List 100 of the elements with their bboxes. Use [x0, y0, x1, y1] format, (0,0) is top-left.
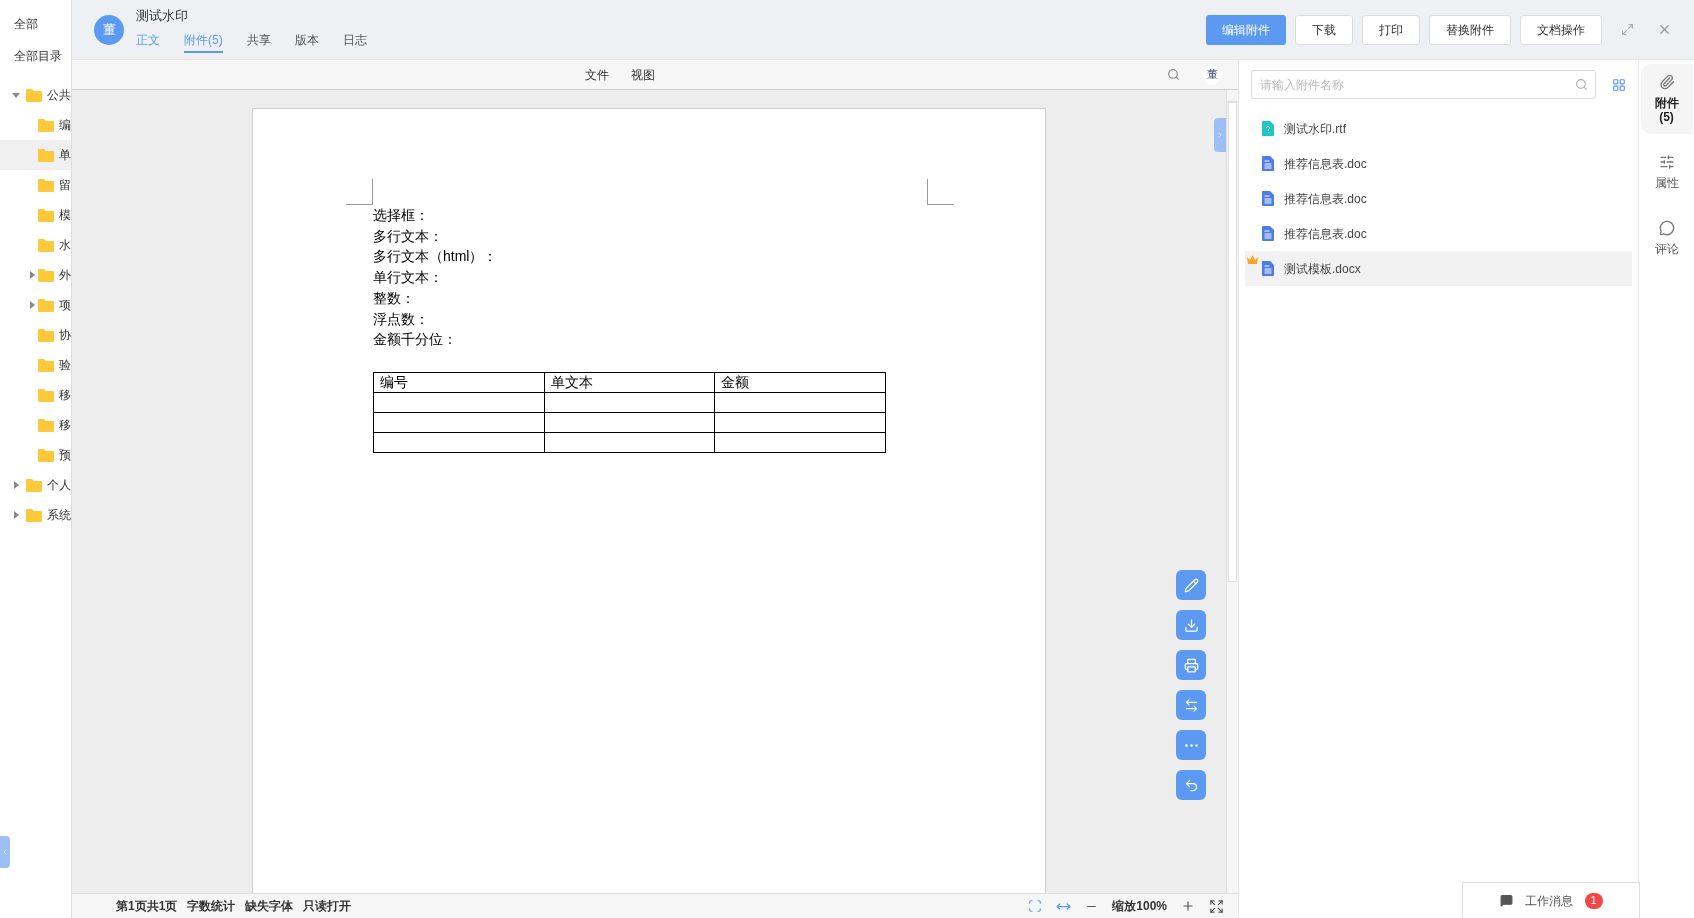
- folder-icon: [26, 88, 42, 102]
- download-button[interactable]: [1176, 610, 1206, 640]
- toolbar-button[interactable]: 文档操作: [1520, 14, 1602, 45]
- toolbar-button[interactable]: 打印: [1362, 14, 1420, 45]
- user-avatar: 董: [1202, 64, 1222, 85]
- fullscreen-icon[interactable]: [1209, 898, 1224, 914]
- tab[interactable]: 日志: [342, 30, 367, 53]
- sidebar-item[interactable]: 全部目录: [0, 40, 71, 72]
- swap-button[interactable]: [1176, 690, 1206, 720]
- attachment-item[interactable]: 推荐信息表.doc: [1245, 216, 1632, 251]
- tree-item[interactable]: 编: [0, 110, 71, 140]
- caret-icon[interactable]: [12, 481, 20, 489]
- folder-icon: [38, 118, 54, 132]
- toolbar-button[interactable]: 下载: [1295, 14, 1353, 45]
- search-icon[interactable]: [1167, 68, 1180, 81]
- caret-icon[interactable]: [28, 301, 36, 309]
- status-item[interactable]: 只读打开: [303, 897, 352, 915]
- table-header-cell: 编号: [373, 372, 545, 393]
- panel-toggle[interactable]: [1214, 118, 1226, 152]
- tree-item[interactable]: 留: [0, 170, 71, 200]
- expand-icon[interactable]: [1621, 23, 1634, 36]
- folder-icon: [38, 358, 54, 372]
- side-tab[interactable]: 附件 (5): [1640, 64, 1693, 134]
- printer-button[interactable]: [1176, 650, 1206, 680]
- tree-item[interactable]: 系统: [0, 500, 71, 530]
- toolbar-button[interactable]: 替换附件: [1429, 14, 1511, 45]
- status-item[interactable]: 缺失字体: [245, 897, 294, 915]
- folder-icon: [38, 448, 54, 462]
- tree-item[interactable]: 公共: [0, 80, 71, 110]
- table-header-cell: 单文本: [544, 372, 715, 393]
- tree-item[interactable]: 外: [0, 260, 71, 290]
- file-name: 测试模板.docx: [1284, 260, 1361, 278]
- attachment-item[interactable]: 测试模板.docx: [1245, 251, 1632, 286]
- folder-icon: [38, 268, 54, 282]
- tree-item[interactable]: 单: [0, 140, 71, 170]
- fit-page-icon[interactable]: [1028, 899, 1043, 913]
- chat-bubble-icon: [1658, 220, 1675, 236]
- folder-icon: [26, 508, 42, 522]
- tree-item[interactable]: 项: [0, 290, 71, 320]
- folder-icon: [26, 478, 42, 492]
- attachment-item[interactable]: 推荐信息表.doc: [1245, 146, 1632, 181]
- tree-item[interactable]: 模: [0, 200, 71, 230]
- status-item[interactable]: 字数统计: [187, 897, 236, 915]
- more-button[interactable]: [1176, 730, 1206, 760]
- folder-icon: [38, 208, 54, 222]
- document-line: 整数：: [373, 288, 416, 308]
- tree-item[interactable]: 移: [0, 380, 71, 410]
- unknown-file-icon: [1262, 121, 1274, 136]
- tree-item[interactable]: 移: [0, 410, 71, 440]
- close-icon[interactable]: [1657, 22, 1672, 37]
- zoom-level: 缩放100%: [1112, 898, 1167, 915]
- tab[interactable]: 共享: [246, 30, 271, 53]
- paperclip-icon: [1658, 74, 1675, 90]
- document-line: 多行文本：: [373, 226, 444, 246]
- status-item[interactable]: 第1页共1页: [116, 897, 178, 915]
- menu-item[interactable]: 视图: [630, 65, 655, 84]
- side-tab[interactable]: 属性: [1640, 144, 1693, 200]
- undo-icon: [1183, 777, 1199, 793]
- tree-item[interactable]: 水: [0, 230, 71, 260]
- file-name: 推荐信息表.doc: [1284, 225, 1367, 243]
- folder-icon: [38, 388, 54, 402]
- tab[interactable]: 版本: [294, 30, 319, 53]
- search-field[interactable]: 请输入附件名称: [1251, 70, 1596, 99]
- crop-mark: [927, 179, 954, 205]
- tree-item[interactable]: 协: [0, 320, 71, 350]
- tree-item[interactable]: 个人: [0, 470, 71, 500]
- caret-icon[interactable]: [28, 271, 36, 279]
- chevron-icon: [1, 848, 9, 856]
- collapse-handle[interactable]: [0, 836, 10, 868]
- edit-icon: [1183, 577, 1199, 593]
- attachment-item[interactable]: 测试水印.rtf: [1245, 111, 1632, 146]
- caret-icon[interactable]: [12, 91, 20, 99]
- folder-icon: [38, 298, 54, 312]
- undo-button[interactable]: [1176, 770, 1206, 800]
- chevron-icon: [1216, 131, 1224, 139]
- sidebar-item[interactable]: 全部: [0, 8, 71, 40]
- menu-item[interactable]: 文件: [584, 65, 609, 84]
- zoom-in-icon[interactable]: [1181, 899, 1195, 913]
- user-avatar: 董: [94, 14, 124, 45]
- messages-bar[interactable]: 工作消息 1: [1462, 882, 1640, 918]
- side-tab[interactable]: 评论: [1640, 210, 1693, 266]
- unread-count: 1: [1584, 892, 1603, 909]
- scrollbar[interactable]: [1226, 90, 1238, 893]
- sliders-icon: [1658, 154, 1675, 170]
- word-file-icon: [1262, 261, 1274, 276]
- messages-label: 工作消息: [1524, 892, 1573, 910]
- tree-item[interactable]: 验: [0, 350, 71, 380]
- grid-view-icon[interactable]: [1612, 77, 1626, 92]
- folder-icon: [38, 148, 54, 162]
- attachment-item[interactable]: 推荐信息表.doc: [1245, 181, 1632, 216]
- file-name: 推荐信息表.doc: [1284, 190, 1367, 208]
- document-line: 选择框：: [373, 206, 430, 225]
- caret-icon[interactable]: [12, 511, 20, 519]
- tree-item[interactable]: 预: [0, 440, 71, 470]
- document-line: 单行文本：: [373, 268, 444, 288]
- more-icon: [1184, 743, 1198, 747]
- folder-icon: [38, 238, 54, 252]
- word-file-icon: [1262, 156, 1274, 171]
- edit-button[interactable]: [1176, 570, 1206, 600]
- search-icon[interactable]: [1575, 78, 1588, 91]
